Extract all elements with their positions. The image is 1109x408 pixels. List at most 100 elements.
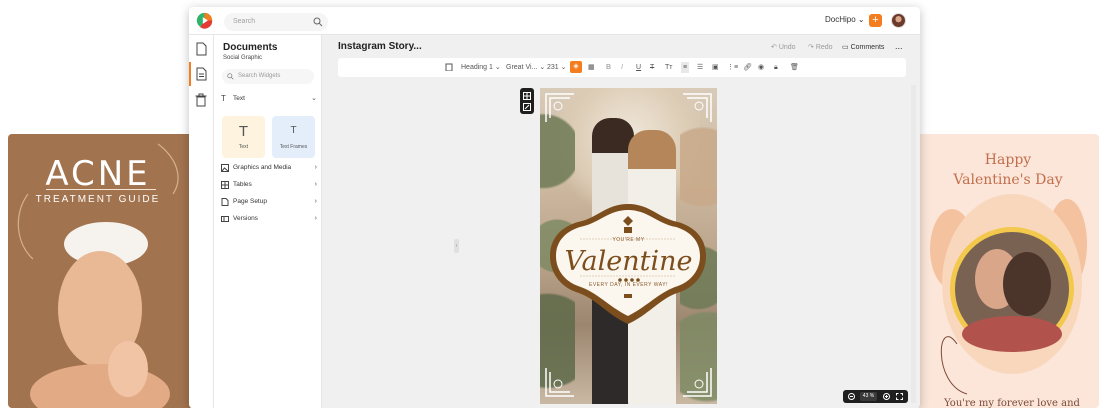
document-icon[interactable] (194, 42, 208, 56)
font-size-value: 231 (547, 64, 559, 71)
create-new-button[interactable]: + (869, 14, 882, 27)
acne-guide-card: ACNE TREATMENT GUIDE (8, 134, 193, 408)
italic-button[interactable]: I (621, 62, 623, 73)
chevron-right-icon: › (314, 164, 317, 171)
search-icon[interactable] (313, 17, 323, 27)
section-versions[interactable]: Versions › (221, 213, 317, 225)
page-setup-icon (221, 198, 229, 206)
valentine-title-line2: Valentine's Day (953, 172, 1063, 188)
more-options-button[interactable]: ... (895, 41, 903, 51)
widget-search-input[interactable]: Search Widgets (222, 69, 314, 84)
acne-subtitle: TREATMENT GUIDE (35, 194, 161, 205)
section-page-setup[interactable]: Page Setup › (221, 196, 317, 208)
badge-top-text[interactable]: YOU'RE MY (540, 237, 717, 243)
comments-button[interactable]: ▭ Comments (842, 43, 884, 51)
icon-rail (189, 35, 214, 408)
section-label: Tables (233, 181, 252, 188)
chevron-right-icon: › (314, 215, 317, 222)
font-family-select[interactable]: Great Vi... ⌄ (506, 62, 545, 73)
line-spacing-button[interactable]: ☰ (697, 62, 703, 73)
image-icon (221, 164, 229, 172)
valentine-title: Happy Valentine's Day (917, 150, 1099, 190)
strikethrough-button[interactable]: T (650, 62, 654, 73)
lock-button[interactable]: 🔒︎ (774, 62, 778, 73)
section-text[interactable]: T Text ⌄ (221, 93, 317, 105)
dochipo-logo-icon[interactable] (196, 12, 213, 29)
clipboard-icon[interactable] (445, 63, 453, 71)
format-toolbar: Heading 1 ⌄ Great Vi... ⌄ 231 ⌄ ◈ ▦ B I … (338, 58, 906, 77)
section-graphics-media[interactable]: Graphics and Media › (221, 162, 317, 174)
versions-icon (221, 216, 229, 222)
chevron-right-icon: › (314, 181, 317, 188)
tile-label: Text Frames (279, 144, 308, 150)
text-icon: T (238, 123, 249, 140)
collapse-panel-handle[interactable]: ‹ (454, 239, 459, 253)
table-icon (221, 181, 229, 189)
zoom-in-icon[interactable] (883, 393, 890, 400)
font-family-value: Great Vi... (506, 64, 538, 71)
ornament-corner-icon (683, 368, 712, 397)
editor-window: Search DocHipo ⌄ + Documents Social Grap… (189, 7, 920, 408)
text-case-button[interactable]: Tт (665, 62, 672, 73)
search-input[interactable]: Search (224, 13, 328, 31)
text-style-value: Heading 1 (461, 64, 493, 71)
bold-button[interactable]: B (606, 62, 611, 73)
undo-button[interactable]: ↶ Undo (771, 43, 796, 51)
account-menu[interactable]: DocHipo ⌄ (825, 15, 865, 24)
valentine-footer: You're my forever love and (944, 398, 1080, 408)
section-label: Graphics and Media (233, 164, 292, 171)
highlight-button[interactable]: ▦ (588, 62, 595, 73)
account-menu-label: DocHipo (825, 15, 856, 24)
badge-subtext[interactable]: EVERY DAY, IN EVERY WAY! (540, 282, 717, 288)
avatar[interactable] (891, 13, 906, 28)
font-size-select[interactable]: 231 ⌄ (547, 62, 567, 73)
redo-button[interactable]: ↷ Redo (808, 43, 833, 51)
redo-label: Redo (815, 44, 833, 51)
canvas-quick-tools (520, 88, 534, 114)
tile-label: Text (238, 144, 249, 150)
text-box-button[interactable]: ▣ (712, 62, 719, 73)
valentine-title-line1: Happy (984, 152, 1032, 168)
search-icon (227, 73, 234, 80)
editor-main: Instagram Story... ↶ Undo ↷ Redo ▭ Comme… (322, 35, 920, 408)
documents-list-icon[interactable] (194, 67, 208, 81)
zoom-level[interactable]: 43 % (860, 392, 877, 401)
acne-divider (46, 189, 156, 190)
fullscreen-icon[interactable] (896, 393, 903, 400)
ornament-corner-icon (545, 368, 574, 397)
text-frame-icon: T (290, 125, 297, 136)
chevron-down-icon: ⌄ (311, 95, 317, 102)
layers-button[interactable]: ◉ (758, 62, 764, 73)
vertical-scrollbar[interactable] (911, 85, 916, 403)
grid-icon[interactable] (523, 92, 531, 100)
link-button[interactable]: 🔗︎ (743, 62, 752, 73)
top-bar: Search DocHipo ⌄ + (189, 7, 920, 35)
align-center-button[interactable]: ≡ (681, 62, 690, 73)
design-canvas[interactable]: YOU'RE MY Valentine EVERY DAY, IN EVERY … (540, 88, 717, 404)
text-style-select[interactable]: Heading 1 ⌄ (461, 62, 501, 73)
delete-button[interactable]: 🗑︎ (790, 62, 799, 73)
text-icon: T (221, 94, 226, 103)
search-placeholder: Search (233, 18, 256, 25)
text-color-button[interactable]: ◈ (570, 61, 582, 73)
zoom-controls: 43 % (843, 390, 908, 403)
section-label: Versions (233, 215, 258, 222)
section-tables[interactable]: Tables › (221, 179, 317, 191)
zoom-out-icon[interactable] (848, 393, 855, 400)
underline-button[interactable]: U (636, 62, 641, 73)
valentine-card: Happy Valentine's Day You're my forever … (917, 134, 1099, 408)
text-widget-tile[interactable]: T Text (222, 116, 265, 158)
document-title[interactable]: Instagram Story... (338, 41, 422, 52)
badge-heading[interactable]: Valentine (540, 246, 717, 277)
resize-icon[interactable] (523, 103, 531, 111)
acne-title: ACNE (45, 154, 151, 194)
comments-label: Comments (850, 44, 885, 51)
paint-bucket-icon: ◈ (573, 63, 579, 70)
panel-subtitle: Social Graphic (223, 55, 263, 61)
ornament-corner-icon (683, 93, 712, 122)
text-frames-tile[interactable]: T Text Frames (272, 116, 315, 158)
highlight-icon: ▦ (588, 64, 595, 71)
widgets-panel: Documents Social Graphic Search Widgets … (214, 35, 322, 408)
list-button[interactable]: ⋮≡ (727, 62, 738, 73)
trash-icon[interactable] (194, 93, 208, 107)
